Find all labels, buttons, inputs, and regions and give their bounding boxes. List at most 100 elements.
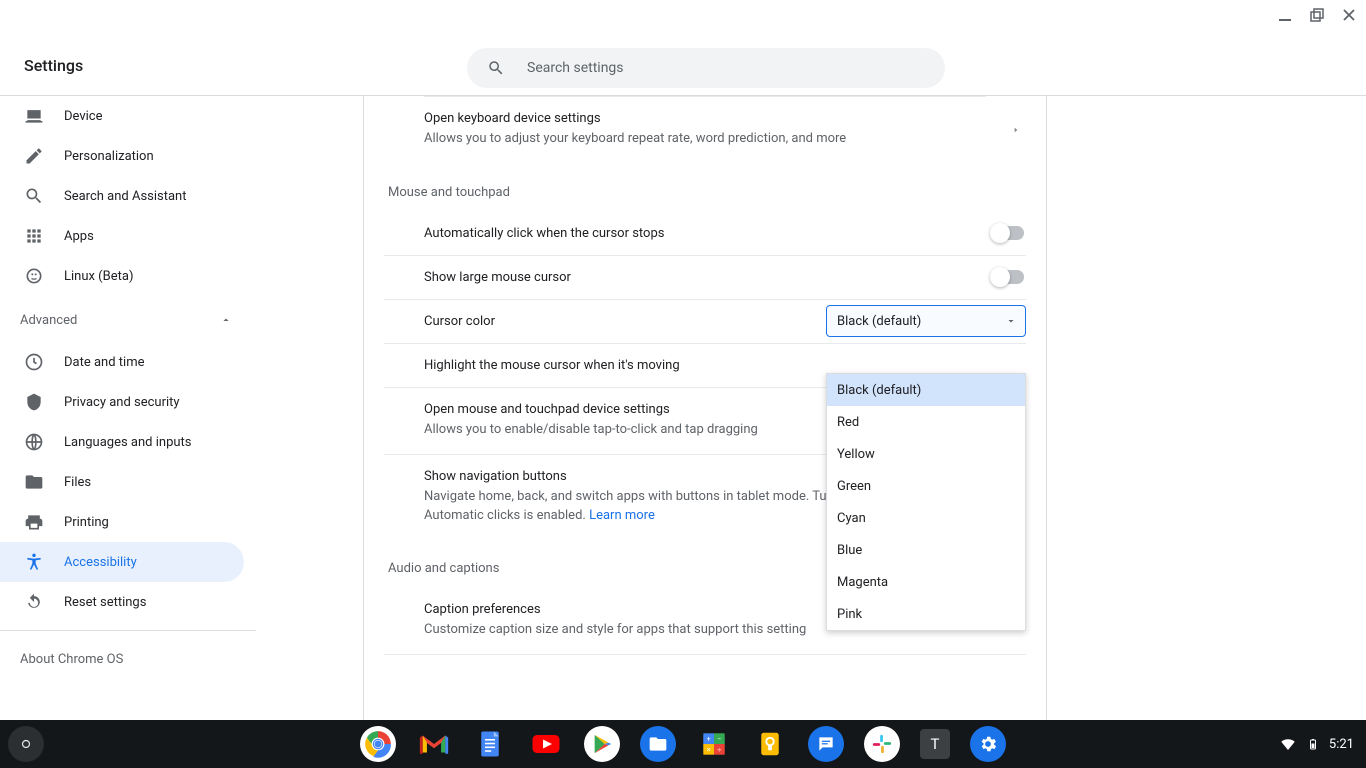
advanced-label: Advanced: [20, 313, 220, 328]
laptop-icon: [24, 106, 44, 126]
sidebar-item-languages[interactable]: Languages and inputs: [0, 422, 244, 462]
dropdown-option[interactable]: Yellow: [827, 438, 1025, 470]
sidebar-item-apps[interactable]: Apps: [0, 216, 244, 256]
shelf-time: 5:21: [1329, 737, 1354, 752]
cursor-color-dropdown[interactable]: Black (default) Red Yellow Green Cyan Bl…: [826, 373, 1026, 631]
sidebar-separator: [0, 630, 256, 631]
dropdown-option[interactable]: Magenta: [827, 566, 1025, 598]
shelf: +−× ÷ T 5:21: [0, 720, 1366, 768]
dropdown-option[interactable]: Pink: [827, 598, 1025, 630]
app-files-icon[interactable]: [640, 726, 676, 762]
sidebar: Device Personalization Search and Assist…: [0, 96, 256, 720]
chevron-up-icon: [220, 314, 232, 326]
folder-icon: [24, 472, 44, 492]
app-calculator-icon[interactable]: +−× ÷: [696, 726, 732, 762]
globe-icon: [24, 432, 44, 452]
linux-icon: [24, 266, 44, 286]
search-icon: [24, 186, 44, 206]
row-title: Automatically click when the cursor stop…: [424, 226, 986, 241]
launcher-button[interactable]: [8, 726, 44, 762]
app-chrome-icon[interactable]: [360, 726, 396, 762]
shelf-status[interactable]: 5:21: [1279, 735, 1354, 753]
sidebar-item-personalization[interactable]: Personalization: [0, 136, 244, 176]
row-auto-click[interactable]: Automatically click when the cursor stop…: [384, 212, 1026, 255]
section-title-mouse: Mouse and touchpad: [388, 185, 1026, 200]
minimize-icon[interactable]: [1278, 8, 1292, 22]
sidebar-item-privacy[interactable]: Privacy and security: [0, 382, 244, 422]
sidebar-item-linux[interactable]: Linux (Beta): [0, 256, 244, 296]
wifi-icon: [1279, 735, 1297, 753]
app-docs-icon[interactable]: [472, 726, 508, 762]
search-icon: [487, 59, 527, 77]
close-icon[interactable]: [1342, 8, 1356, 22]
sidebar-item-date-time[interactable]: Date and time: [0, 342, 244, 382]
sidebar-item-device[interactable]: Device: [0, 96, 244, 136]
dropdown-option[interactable]: Black (default): [827, 374, 1025, 406]
row-title: Show large mouse cursor: [424, 270, 986, 285]
app-text-icon[interactable]: T: [920, 729, 950, 759]
apps-grid-icon: [24, 226, 44, 246]
sidebar-item-label: Linux (Beta): [64, 269, 133, 284]
restore-icon[interactable]: [1310, 8, 1324, 22]
app-settings-icon[interactable]: [970, 726, 1006, 762]
svg-text:+: +: [707, 734, 711, 743]
search-input[interactable]: [527, 60, 933, 76]
sidebar-item-printing[interactable]: Printing: [0, 502, 244, 542]
page-title: Settings: [24, 56, 83, 75]
row-title: Open keyboard device settings: [424, 111, 986, 126]
learn-more-link[interactable]: Learn more: [589, 508, 655, 523]
app-gmail-icon[interactable]: [416, 726, 452, 762]
clock-icon: [24, 352, 44, 372]
sidebar-item-accessibility[interactable]: Accessibility: [0, 542, 244, 582]
toggle-auto-click[interactable]: [992, 226, 1024, 240]
shelf-apps: +−× ÷ T: [360, 726, 1006, 762]
sidebar-item-label: Privacy and security: [64, 395, 180, 410]
dropdown-option[interactable]: Red: [827, 406, 1025, 438]
svg-text:×: ×: [707, 745, 711, 754]
sidebar-item-label: Files: [64, 475, 91, 490]
row-subtitle: Allows you to adjust your keyboard repea…: [424, 130, 986, 149]
app-keep-icon[interactable]: [752, 726, 788, 762]
sidebar-item-label: Apps: [64, 229, 94, 244]
toggle-large-cursor[interactable]: [992, 270, 1024, 284]
row-title: Highlight the mouse cursor when it's mov…: [424, 358, 986, 373]
shield-icon: [24, 392, 44, 412]
accessibility-icon: [24, 552, 44, 572]
sidebar-about[interactable]: About Chrome OS: [0, 639, 256, 679]
sidebar-advanced-toggle[interactable]: Advanced: [0, 300, 256, 340]
pencil-icon: [24, 146, 44, 166]
about-label: About Chrome OS: [20, 652, 123, 667]
search-bar[interactable]: [467, 48, 945, 88]
svg-text:÷: ÷: [717, 745, 721, 754]
chevron-right-icon: [1012, 124, 1020, 136]
sidebar-item-files[interactable]: Files: [0, 462, 244, 502]
dropdown-option[interactable]: Cyan: [827, 502, 1025, 534]
app-messages-icon[interactable]: [808, 726, 844, 762]
row-keyboard-settings[interactable]: Open keyboard device settings Allows you…: [384, 97, 1026, 163]
dropdown-option[interactable]: Blue: [827, 534, 1025, 566]
sidebar-item-label: Search and Assistant: [64, 189, 187, 204]
reset-icon: [24, 592, 44, 612]
app-youtube-icon[interactable]: [528, 726, 564, 762]
sidebar-item-label: Date and time: [64, 355, 145, 370]
row-cursor-color[interactable]: Cursor color Black (default): [384, 299, 1026, 343]
sidebar-item-label: Printing: [64, 515, 109, 530]
battery-icon: [1307, 735, 1319, 753]
sidebar-item-search-assistant[interactable]: Search and Assistant: [0, 176, 244, 216]
sidebar-item-label: Languages and inputs: [64, 435, 192, 450]
app-slack-icon[interactable]: [864, 726, 900, 762]
cursor-color-select[interactable]: Black (default): [826, 305, 1026, 337]
printer-icon: [24, 512, 44, 532]
chevron-down-icon: [1005, 315, 1017, 327]
dropdown-option[interactable]: Green: [827, 470, 1025, 502]
window-controls: [1278, 8, 1356, 22]
sidebar-item-label: Accessibility: [64, 555, 137, 570]
sidebar-item-label: Reset settings: [64, 595, 146, 610]
svg-text:−: −: [717, 734, 721, 743]
header: Settings: [0, 0, 1366, 96]
select-value: Black (default): [837, 314, 921, 329]
sidebar-item-reset[interactable]: Reset settings: [0, 582, 244, 622]
row-large-cursor[interactable]: Show large mouse cursor: [384, 255, 1026, 299]
sidebar-item-label: Personalization: [64, 149, 154, 164]
app-play-store-icon[interactable]: [584, 726, 620, 762]
